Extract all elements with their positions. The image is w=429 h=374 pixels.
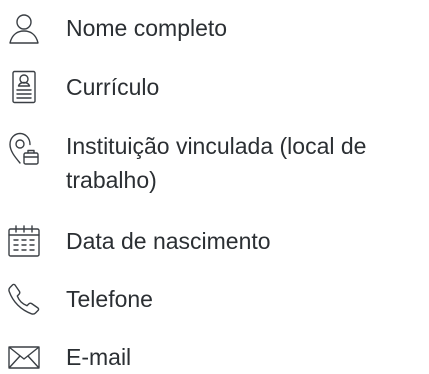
person-icon xyxy=(7,11,41,45)
location-briefcase-icon xyxy=(7,132,41,166)
field-label: Nome completo xyxy=(66,15,228,41)
resume-icon xyxy=(7,70,41,104)
phone-icon xyxy=(7,282,41,316)
field-label: Instituição vinculada (local de trabalho… xyxy=(66,133,367,193)
required-fields-list: Nome completo Currículo Instituição vinc… xyxy=(0,0,429,370)
calendar-icon xyxy=(7,224,41,258)
field-label: Telefone xyxy=(66,286,153,312)
field-label: Currículo xyxy=(66,74,160,100)
field-label: Data de nascimento xyxy=(66,228,271,254)
